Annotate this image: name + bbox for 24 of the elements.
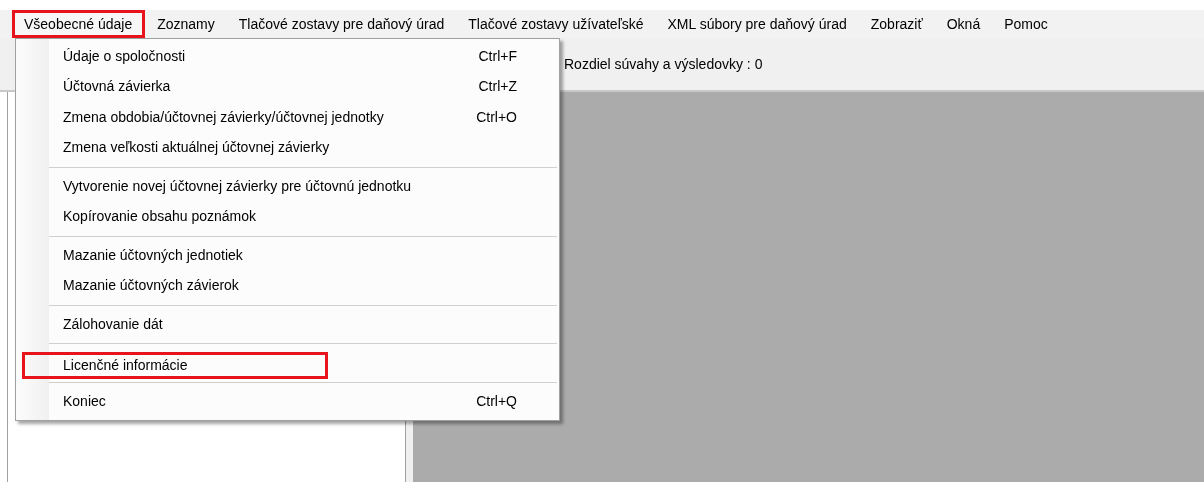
menu-entry[interactable]: Údaje o spoločnosti xyxy=(63,45,186,67)
shortcut-text: Ctrl+F xyxy=(478,46,517,66)
shortcut-text: Ctrl+Z xyxy=(478,77,517,97)
menu-entry[interactable]: Účtovná závierka xyxy=(63,76,171,98)
menu-item[interactable]: Tlačové zostavy užívateľské xyxy=(456,10,656,38)
menu-entry[interactable]: Mazanie účtovných závierok xyxy=(63,275,239,297)
shortcut-text: Ctrl+Q xyxy=(476,391,517,411)
status-text: Rozdiel súvahy a výsledovky : 0 xyxy=(564,55,763,74)
menu-item[interactable]: Tlačové zostavy pre daňový úrad xyxy=(226,10,457,38)
menu-item[interactable]: Zoznamy xyxy=(145,10,227,38)
shortcut-text: Ctrl+O xyxy=(476,107,517,127)
menu-item[interactable]: Pomoc xyxy=(992,10,1060,38)
menu-entry[interactable]: Koniec xyxy=(63,390,106,412)
menu-item[interactable]: Zobraziť xyxy=(858,10,935,38)
menu-entry[interactable]: Mazanie účtovných jednotiek xyxy=(63,244,243,266)
menu-item[interactable]: Všeobecné údaje xyxy=(12,10,146,38)
menu-entry[interactable]: Vytvorenie novej účtovnej závierky pre účtovnú jednotku xyxy=(63,175,412,197)
menu-entry[interactable]: Zálohovanie dát xyxy=(63,313,163,335)
menu-item[interactable]: XML súbory pre daňový úrad xyxy=(655,10,859,38)
menu-entry[interactable]: Zmena obdobia/účtovnej závierky/účtovnej jednotky xyxy=(63,106,384,128)
menu-item[interactable]: Okná xyxy=(934,10,993,38)
menu-entry[interactable]: Kopírovanie obsahu poznámok xyxy=(63,206,257,228)
menu-entry[interactable]: Licenčné informácie xyxy=(22,352,328,380)
menu-entry[interactable]: Zmena veľkosti aktuálnej účtovnej závierky xyxy=(63,137,330,159)
